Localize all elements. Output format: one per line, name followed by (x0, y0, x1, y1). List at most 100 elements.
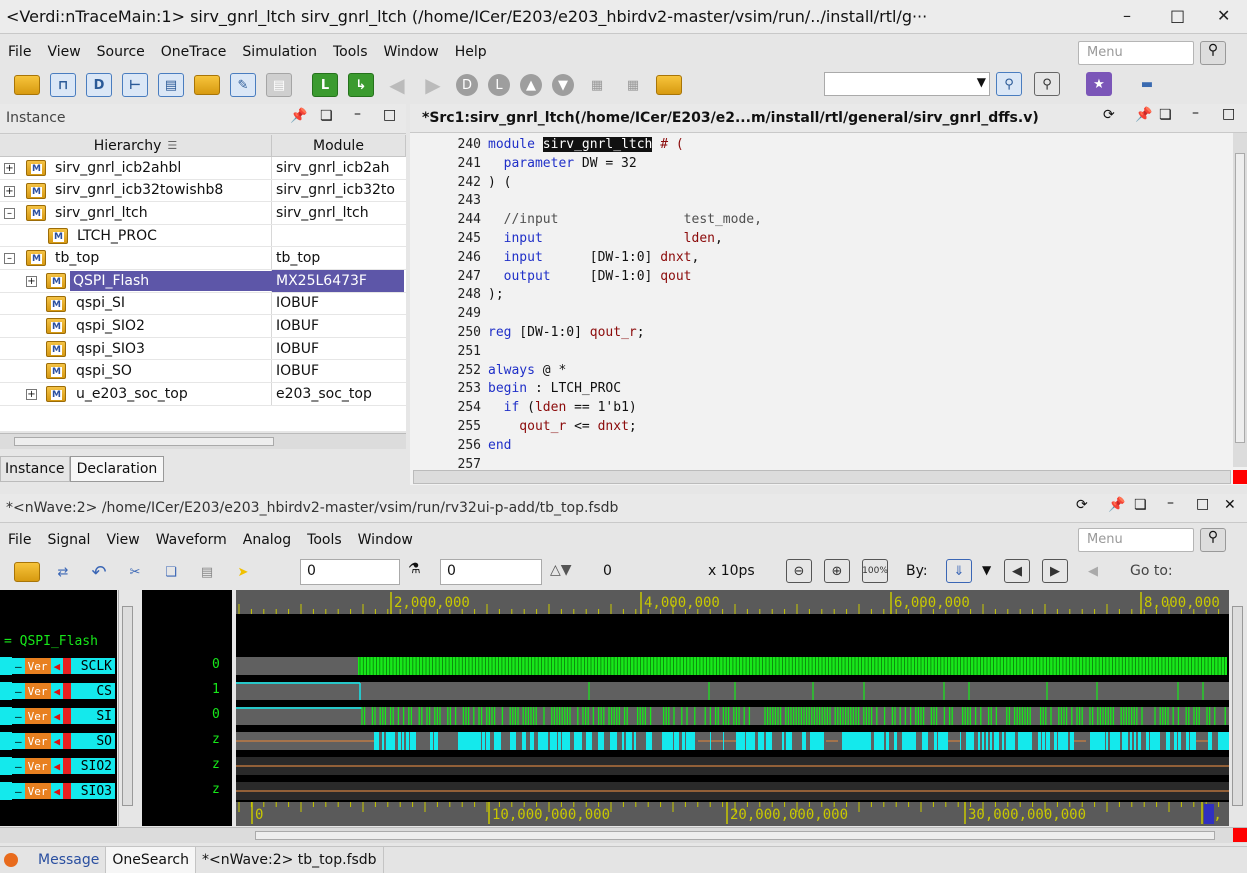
code-line[interactable]: output [DW-1:0] qout (488, 268, 692, 287)
cut-icon[interactable]: ✂ (122, 560, 148, 584)
tree-row[interactable]: + sirv_gnrl_icb2ahbl sirv_gnrl_icb2ah (0, 157, 406, 180)
zoom-out-icon[interactable]: ⊖ (786, 559, 812, 583)
delta-icon[interactable]: △▼ (550, 562, 572, 578)
code-line[interactable]: ) ( (488, 174, 511, 193)
tree-hscrollbar[interactable] (0, 433, 406, 449)
instance-name[interactable]: qspi_SO (73, 361, 135, 381)
waveform-canvas[interactable]: 2,000,000 4,000,000 6,000,000 8,000,000 0 10,… (236, 590, 1229, 826)
scroll-thumb[interactable] (122, 606, 133, 806)
bookmark-icon[interactable] (656, 75, 682, 95)
module-column-header[interactable]: Module (272, 135, 406, 156)
source-vscrollbar[interactable] (1233, 133, 1247, 467)
signal-group-name[interactable]: = QSPI_Flash (4, 634, 98, 649)
load-folder-icon[interactable] (194, 75, 220, 95)
open-folder-icon[interactable] (14, 562, 40, 582)
load-l-icon[interactable]: L (488, 74, 510, 96)
zoom-fit-icon[interactable]: 100% (862, 559, 888, 583)
instance-name[interactable]: qspi_SIO3 (73, 339, 148, 359)
code-line[interactable]: if (lden == 1'b1) (488, 399, 637, 418)
instance-name[interactable]: sirv_gnrl_icb32towishb8 (52, 180, 226, 200)
menu-tools[interactable]: Tools (325, 44, 376, 60)
undo-icon[interactable]: ↶ (86, 560, 112, 584)
open-folder-icon[interactable] (14, 75, 40, 95)
tree-row[interactable]: LTCH_PROC (0, 224, 406, 248)
scroll-thumb[interactable] (1232, 606, 1243, 806)
nwave-search-icon[interactable]: ⚲ (1200, 528, 1226, 552)
expand-icon[interactable]: + (26, 388, 37, 400)
tree-row-selected[interactable]: + QSPI_Flash MX25L6473F (0, 269, 406, 293)
export-icon[interactable]: ▬ (1134, 72, 1160, 96)
code-line[interactable]: always @ * (488, 362, 566, 381)
nwave-menu-tools[interactable]: Tools (299, 532, 350, 548)
schematic-icon[interactable]: D (86, 73, 112, 97)
tree-row[interactable]: – tb_top tb_top (0, 247, 406, 270)
hierarchy-column-header[interactable]: Hierarchy ☰ (0, 135, 272, 156)
up-icon[interactable]: ▲ (520, 74, 542, 96)
instance-name[interactable]: sirv_gnrl_ltch (52, 203, 151, 223)
sync-icon[interactable]: ⟳ (1076, 497, 1088, 513)
search-prev-icon[interactable]: ◀ (1004, 559, 1030, 583)
menu-onetrace[interactable]: OneTrace (153, 44, 235, 60)
menu-file[interactable]: File (0, 44, 39, 60)
chevron-down-icon[interactable]: ▼ (977, 75, 986, 89)
tree-row[interactable]: + u_e203_soc_top e203_soc_top (0, 382, 406, 406)
nwave-menu-waveform[interactable]: Waveform (148, 532, 235, 548)
menu-source[interactable]: Source (89, 44, 153, 60)
down-icon[interactable]: ▼ (552, 74, 574, 96)
zoom-in-icon[interactable]: ⊕ (824, 559, 850, 583)
nwave-menu-file[interactable]: File (0, 532, 39, 548)
signal-row[interactable]: – Ver ◀ SIO3 (0, 780, 115, 802)
name-vscrollbar[interactable] (118, 590, 136, 826)
instance-name[interactable]: u_e203_soc_top (73, 384, 191, 404)
collapse-icon[interactable]: – (4, 208, 15, 220)
wave-vscrollbar[interactable] (1229, 590, 1247, 826)
trace-driver-icon[interactable]: ↳ (348, 73, 374, 97)
search-next-icon[interactable]: ▶ (1042, 559, 1068, 583)
code-line[interactable]: ); (488, 286, 504, 305)
collapse-icon[interactable]: – (4, 253, 15, 265)
window-icon[interactable]: ▤ (158, 73, 184, 97)
maximize-button[interactable]: □ (1170, 6, 1185, 25)
code-line[interactable]: //input test_mode, (488, 211, 762, 230)
tree-row[interactable]: qspi_SI IOBUF (0, 292, 406, 316)
signal-row[interactable]: – Ver ◀ SO (0, 730, 115, 752)
menu-window[interactable]: Window (376, 44, 447, 60)
nwave-menu-search-input[interactable]: Menu (1078, 528, 1194, 552)
tree-row[interactable]: qspi_SIO2 IOBUF (0, 315, 406, 338)
pin-icon[interactable]: 📌 (290, 108, 307, 124)
tab-message[interactable]: Message (0, 847, 107, 873)
reload-icon[interactable]: ⇄ (50, 560, 76, 584)
back-arrow-icon[interactable]: ◀ (384, 73, 410, 97)
expand-icon[interactable]: + (4, 163, 15, 174)
instance-name[interactable]: LTCH_PROC (74, 226, 160, 246)
panel-maximize-icon[interactable]: □ (1196, 496, 1209, 512)
list-icon[interactable]: ☰ (167, 139, 177, 152)
hierarchy-icon[interactable]: ⊢ (122, 73, 148, 97)
marker-icon[interactable]: ⚗ (408, 561, 421, 577)
code-line[interactable]: reg [DW-1:0] qout_r; (488, 324, 645, 343)
forward-arrow-icon[interactable]: ▶ (420, 73, 446, 97)
source-code[interactable]: 240 module sirv_gnrl_ltch # (241 paramete… (415, 133, 1233, 472)
marker-time-input[interactable]: 0 (440, 559, 542, 585)
instance-name[interactable]: QSPI_Flash (70, 270, 272, 291)
paste-icon[interactable]: ▤ (194, 560, 220, 584)
menu-search-icon[interactable]: ⚲ (1200, 41, 1226, 65)
nwave-menu-analog[interactable]: Analog (235, 532, 299, 548)
scroll-thumb[interactable] (14, 437, 274, 446)
connect-icon[interactable]: ▦ (584, 73, 610, 97)
undock-icon[interactable]: ❏ (1134, 497, 1147, 513)
menu-simulation[interactable]: Simulation (234, 44, 325, 60)
pin-icon[interactable]: 📌 (1135, 107, 1152, 123)
document-icon[interactable]: ▤ (266, 73, 292, 97)
tree-row[interactable]: – sirv_gnrl_ltch sirv_gnrl_ltch (0, 202, 406, 225)
panel-maximize-icon[interactable]: □ (383, 107, 396, 123)
tree-row[interactable]: qspi_SIO3 IOBUF (0, 337, 406, 361)
wave-hscrollbar[interactable] (0, 827, 1247, 843)
tab-onesearch[interactable]: OneSearch (106, 847, 196, 873)
instance-name[interactable]: qspi_SI (73, 293, 128, 313)
app-icon[interactable]: ★ (1086, 72, 1112, 96)
tree-row[interactable]: + sirv_gnrl_icb32towishb8 sirv_gnrl_icb32… (0, 179, 406, 203)
panel-minimize-icon[interactable]: – (1167, 495, 1174, 511)
find-icon[interactable]: ⚲ (996, 72, 1022, 96)
panel-minimize-icon[interactable]: – (354, 106, 361, 122)
